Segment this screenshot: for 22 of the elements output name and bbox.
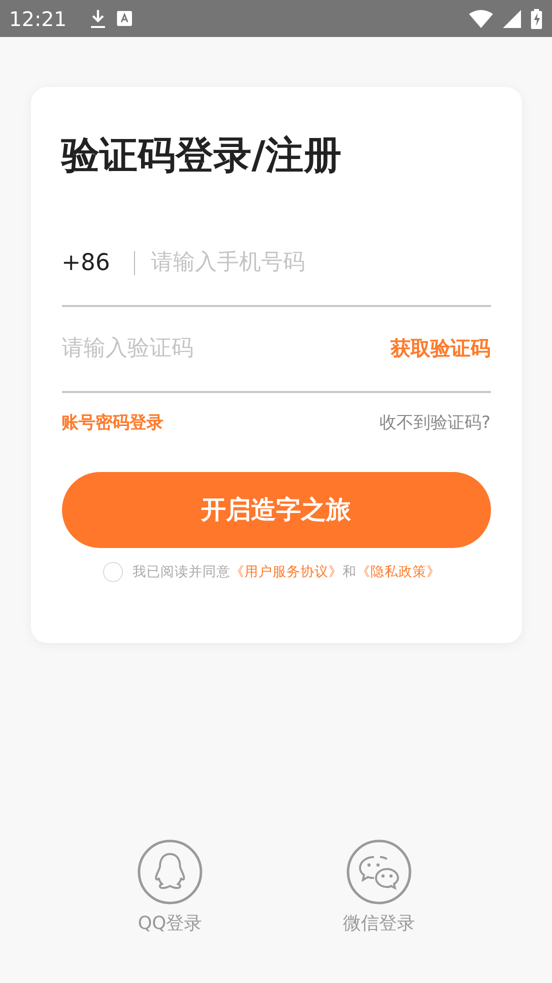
start-button[interactable]: 开启造字之旅 [62, 472, 490, 548]
no-code-link[interactable]: 收不到验证码? [379, 410, 490, 434]
chat-bubbles-icon[interactable] [346, 839, 412, 905]
social-login-label: 微信登录 [343, 912, 415, 935]
battery-icon [531, 8, 542, 28]
agreement-text: 我已阅读并同意《用户服务协议》和《隐私政策》 [132, 562, 440, 581]
code-field[interactable]: 请输入验证码 [62, 336, 390, 362]
social-login-label: QQ登录 [138, 912, 202, 935]
page-title: 验证码登录/注册 [62, 133, 342, 179]
wifi-icon [469, 10, 493, 28]
privacy-link[interactable]: 《隐私政策》 [356, 564, 440, 580]
country-code[interactable]: +86 [62, 250, 110, 276]
penguin-icon[interactable] [137, 839, 203, 905]
phone-field[interactable]: +86 请输入手机号码 [62, 220, 490, 307]
password-login-link[interactable]: 账号密码登录 [62, 410, 164, 434]
agreement-checkbox[interactable] [102, 562, 122, 582]
clock: 12:21 [9, 6, 67, 30]
keyboard-icon [116, 11, 132, 26]
signal-icon [503, 10, 521, 28]
terms-link[interactable]: 《用户服务协议》 [230, 564, 342, 580]
get-code-link[interactable]: 获取验证码 [390, 335, 490, 362]
download-icon [88, 8, 107, 28]
